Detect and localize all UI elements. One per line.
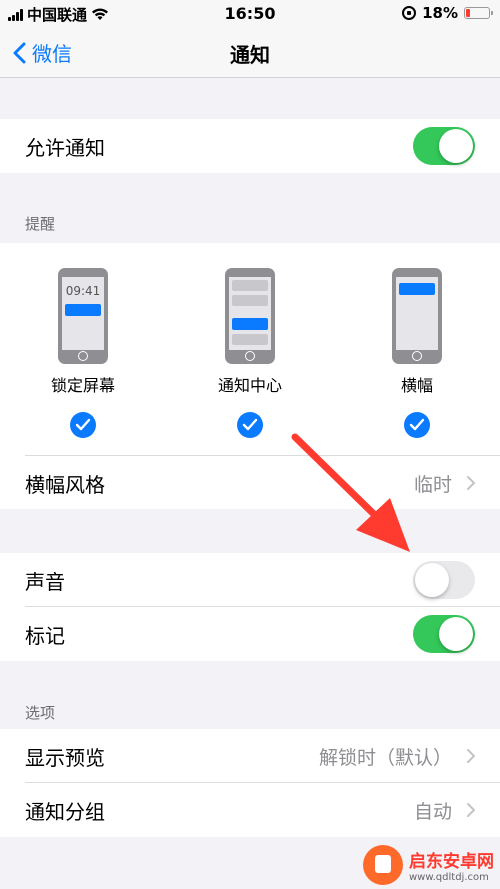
watermark-url: www.qdltdj.com xyxy=(409,872,489,883)
banner-style-value: 临时 xyxy=(413,473,452,496)
allow-group: 允许通知 xyxy=(0,119,500,173)
watermark-logo-icon xyxy=(363,845,403,885)
checkmark-icon[interactable] xyxy=(70,412,96,438)
checkmark-icon[interactable] xyxy=(404,412,430,438)
chevron-right-icon xyxy=(467,803,475,817)
watermark-title: 启东安卓网 xyxy=(409,852,494,872)
badges-label: 标记 xyxy=(25,623,65,648)
alert-option-label: 锁定屏幕 xyxy=(50,376,115,395)
sounds-label: 声音 xyxy=(25,569,65,594)
nav-bar: 微信 通知 xyxy=(0,28,500,78)
banner-style-row[interactable]: 横幅风格 临时 xyxy=(0,456,500,510)
battery-fill xyxy=(466,9,470,17)
page-title: 通知 xyxy=(230,43,270,67)
battery-percent: 18% xyxy=(422,4,458,22)
sounds-badges-group: 声音 标记 xyxy=(0,553,500,661)
show-previews-value: 解锁时（默认） xyxy=(318,746,452,769)
lock-screen-preview-icon: 09:41 xyxy=(58,268,108,364)
banner-style-label: 横幅风格 xyxy=(25,472,105,497)
alert-option-notification-center[interactable]: 通知中心 xyxy=(195,268,305,438)
preview-time: 09:41 xyxy=(65,284,101,298)
allow-notifications-toggle[interactable] xyxy=(413,127,475,165)
allow-notifications-row[interactable]: 允许通知 xyxy=(0,119,500,173)
battery-icon xyxy=(464,7,493,19)
status-bar: 中国联通 16:50 18% xyxy=(0,0,500,28)
alerts-header: 提醒 xyxy=(25,215,56,233)
sounds-toggle[interactable] xyxy=(413,561,475,599)
notification-grouping-value: 自动 xyxy=(413,800,452,823)
checkmark-icon[interactable] xyxy=(237,412,263,438)
banners-preview-icon xyxy=(392,268,442,364)
show-previews-label: 显示预览 xyxy=(25,745,105,770)
options-header: 选项 xyxy=(25,704,56,722)
alert-option-lock-screen[interactable]: 09:41 锁定屏幕 xyxy=(28,268,138,438)
chevron-right-icon xyxy=(467,749,475,763)
badges-toggle[interactable] xyxy=(413,615,475,653)
alert-option-label: 通知中心 xyxy=(217,376,282,395)
show-previews-row[interactable]: 显示预览 解锁时（默认） xyxy=(0,729,500,783)
badges-row[interactable]: 标记 xyxy=(0,607,500,661)
rotation-lock-icon xyxy=(402,6,417,20)
options-group: 显示预览 解锁时（默认） 通知分组 自动 xyxy=(0,729,500,837)
chevron-right-icon xyxy=(467,476,475,490)
status-right: 18% xyxy=(402,4,493,22)
allow-notifications-label: 允许通知 xyxy=(25,135,105,160)
alert-option-banners[interactable]: 横幅 xyxy=(362,268,472,438)
watermark: 启东安卓网 www.qdltdj.com xyxy=(363,845,494,885)
alerts-group: 09:41 锁定屏幕 通知中心 横幅 横幅风格 临时 xyxy=(0,243,500,509)
notification-center-preview-icon xyxy=(225,268,275,364)
sounds-row[interactable]: 声音 xyxy=(0,553,500,607)
notification-grouping-label: 通知分组 xyxy=(25,799,105,824)
alert-option-label: 横幅 xyxy=(400,376,433,395)
notification-grouping-row[interactable]: 通知分组 自动 xyxy=(0,783,500,837)
